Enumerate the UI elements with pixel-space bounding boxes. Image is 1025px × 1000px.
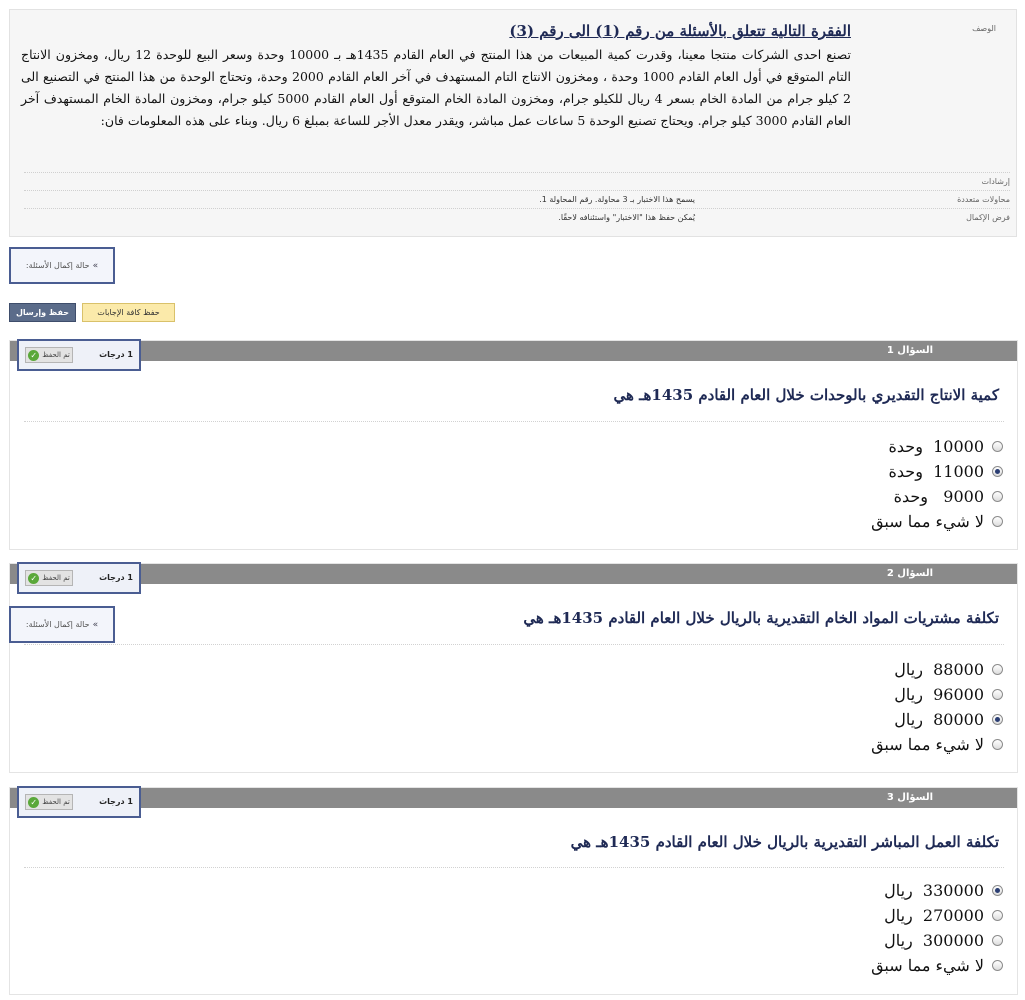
answer-option-label: لا شيء مما سبق xyxy=(871,735,984,754)
description-content: الفقرة التالية تتعلق بالأسئلة من رقم (1)… xyxy=(21,20,851,132)
description-label: الوصف xyxy=(972,24,996,33)
answer-option-label: 330000 ريال xyxy=(884,881,984,900)
force-completion-label: فرض الإكمال xyxy=(966,213,1010,222)
question-text: تكلفة مشتريات المواد الخام التقديرية بال… xyxy=(523,609,999,627)
radio-button[interactable] xyxy=(992,935,1003,946)
divider xyxy=(24,421,1004,422)
question-number: السؤال 3 xyxy=(886,792,933,803)
answer-option[interactable]: 9000 وحدة xyxy=(871,484,1003,509)
radio-button[interactable] xyxy=(992,441,1003,452)
multiple-attempts-value: يسمح هذا الاختبار بـ 3 محاولة. رقم المحا… xyxy=(539,195,695,204)
answer-option[interactable]: 88000 ريال xyxy=(871,657,1003,682)
answer-option[interactable]: 80000 ريال xyxy=(871,707,1003,732)
answer-options: 88000 ريال 96000 ريال 80000 ريال لا شيء … xyxy=(871,657,1003,757)
question-number: السؤال 2 xyxy=(886,568,933,579)
check-icon: ✓ xyxy=(28,349,40,361)
answer-option[interactable]: 300000 ريال xyxy=(871,928,1003,953)
radio-button[interactable] xyxy=(992,910,1003,921)
answer-option[interactable]: لا شيء مما سبق xyxy=(871,509,1003,534)
answer-option-label: 88000 ريال xyxy=(894,660,984,679)
save-and-submit-button[interactable]: حفظ وإرسال xyxy=(9,303,76,322)
description-panel: الوصف الفقرة التالية تتعلق بالأسئلة من ر… xyxy=(9,9,1017,237)
instructions-label: إرشادات xyxy=(981,177,1010,186)
radio-button[interactable] xyxy=(992,491,1003,502)
answer-option-label: 96000 ريال xyxy=(894,685,984,704)
force-completion-value: يُمكن حفظ هذا "الاختبار" واستئنافه لاحقً… xyxy=(558,213,695,222)
question-completion-status-floating[interactable]: » حالة إكمال الأسئلة: xyxy=(9,606,115,643)
question-block-2: السؤال 2 1 درجات تم الحفظ ✓ تكلفة مشتريا… xyxy=(9,562,1018,773)
radio-button-selected[interactable] xyxy=(992,466,1003,477)
divider xyxy=(24,867,1004,868)
answer-option-label: لا شيء مما سبق xyxy=(871,956,984,975)
question-text: كمية الانتاج التقديري بالوحدات خلال العا… xyxy=(613,386,999,404)
radio-button[interactable] xyxy=(992,516,1003,527)
question-header: السؤال 2 xyxy=(10,564,1017,584)
saved-label: تم الحفظ xyxy=(42,798,70,806)
radio-button-selected[interactable] xyxy=(992,714,1003,725)
radio-button[interactable] xyxy=(992,664,1003,675)
description-title: الفقرة التالية تتعلق بالأسئلة من رقم (1)… xyxy=(509,22,851,40)
answer-option[interactable]: 11000 وحدة xyxy=(871,459,1003,484)
answer-option-label: 9000 وحدة xyxy=(893,487,984,506)
multiple-attempts-label: محاولات متعددة xyxy=(957,195,1010,204)
check-icon: ✓ xyxy=(28,796,40,808)
answer-option-label: 11000 وحدة xyxy=(888,462,984,481)
question-points: 1 درجات xyxy=(99,797,133,806)
question-header: السؤال 1 xyxy=(10,341,1017,361)
question-points: 1 درجات xyxy=(99,350,133,359)
answer-option[interactable]: 10000 وحدة xyxy=(871,434,1003,459)
answer-option[interactable]: 96000 ريال xyxy=(871,682,1003,707)
answer-option-label: لا شيء مما سبق xyxy=(871,512,984,531)
answer-option[interactable]: 270000 ريال xyxy=(871,903,1003,928)
saved-label: تم الحفظ xyxy=(42,351,70,359)
question-completion-status[interactable]: » حالة إكمال الأسئلة: xyxy=(9,247,115,284)
grade-box: 1 درجات تم الحفظ ✓ xyxy=(17,339,141,371)
saved-status-badge: تم الحفظ ✓ xyxy=(25,794,73,810)
answer-options: 330000 ريال 270000 ريال 300000 ريال لا ش… xyxy=(871,878,1003,978)
divider xyxy=(24,644,1004,645)
radio-button[interactable] xyxy=(992,689,1003,700)
answer-options: 10000 وحدة 11000 وحدة 9000 وحدة لا شيء م… xyxy=(871,434,1003,534)
chevron-down-icon: » xyxy=(92,260,99,271)
radio-button[interactable] xyxy=(992,739,1003,750)
description-text: تصنع احدى الشركات منتجا معينا، وقدرت كمي… xyxy=(21,47,852,128)
save-all-answers-button[interactable]: حفظ كافة الإجابات xyxy=(82,303,175,322)
grade-box: 1 درجات تم الحفظ ✓ xyxy=(17,562,141,594)
saved-status-badge: تم الحفظ ✓ xyxy=(25,347,73,363)
answer-option[interactable]: لا شيء مما سبق xyxy=(871,732,1003,757)
answer-option-label: 80000 ريال xyxy=(894,710,984,729)
saved-label: تم الحفظ xyxy=(42,574,70,582)
saved-status-badge: تم الحفظ ✓ xyxy=(25,570,73,586)
question-points: 1 درجات xyxy=(99,573,133,582)
question-block-3: السؤال 3 1 درجات تم الحفظ ✓ تكلفة العمل … xyxy=(9,786,1018,995)
grade-box: 1 درجات تم الحفظ ✓ xyxy=(17,786,141,818)
check-icon: ✓ xyxy=(28,572,40,584)
question-text: تكلفة العمل المباشر التقديرية بالريال خل… xyxy=(570,833,999,851)
question-number: السؤال 1 xyxy=(886,345,933,356)
radio-button[interactable] xyxy=(992,960,1003,971)
answer-option-label: 10000 وحدة xyxy=(888,437,984,456)
answer-option[interactable]: 330000 ريال xyxy=(871,878,1003,903)
chevron-down-icon: » xyxy=(92,619,99,630)
instructions-row: إرشادات xyxy=(24,172,1010,190)
force-completion-row: فرض الإكمال يُمكن حفظ هذا "الاختبار" واس… xyxy=(24,208,1010,226)
answer-option-label: 270000 ريال xyxy=(884,906,984,925)
question-header: السؤال 3 xyxy=(10,788,1017,808)
radio-button-selected[interactable] xyxy=(992,885,1003,896)
multiple-attempts-row: محاولات متعددة يسمح هذا الاختبار بـ 3 مح… xyxy=(24,190,1010,208)
question-block-1: السؤال 1 1 درجات تم الحفظ ✓ كمية الانتاج… xyxy=(9,339,1018,550)
answer-option-label: 300000 ريال xyxy=(884,931,984,950)
completion-status-label: حالة إكمال الأسئلة: xyxy=(25,620,90,629)
completion-status-label: حالة إكمال الأسئلة: xyxy=(25,261,90,270)
answer-option[interactable]: لا شيء مما سبق xyxy=(871,953,1003,978)
